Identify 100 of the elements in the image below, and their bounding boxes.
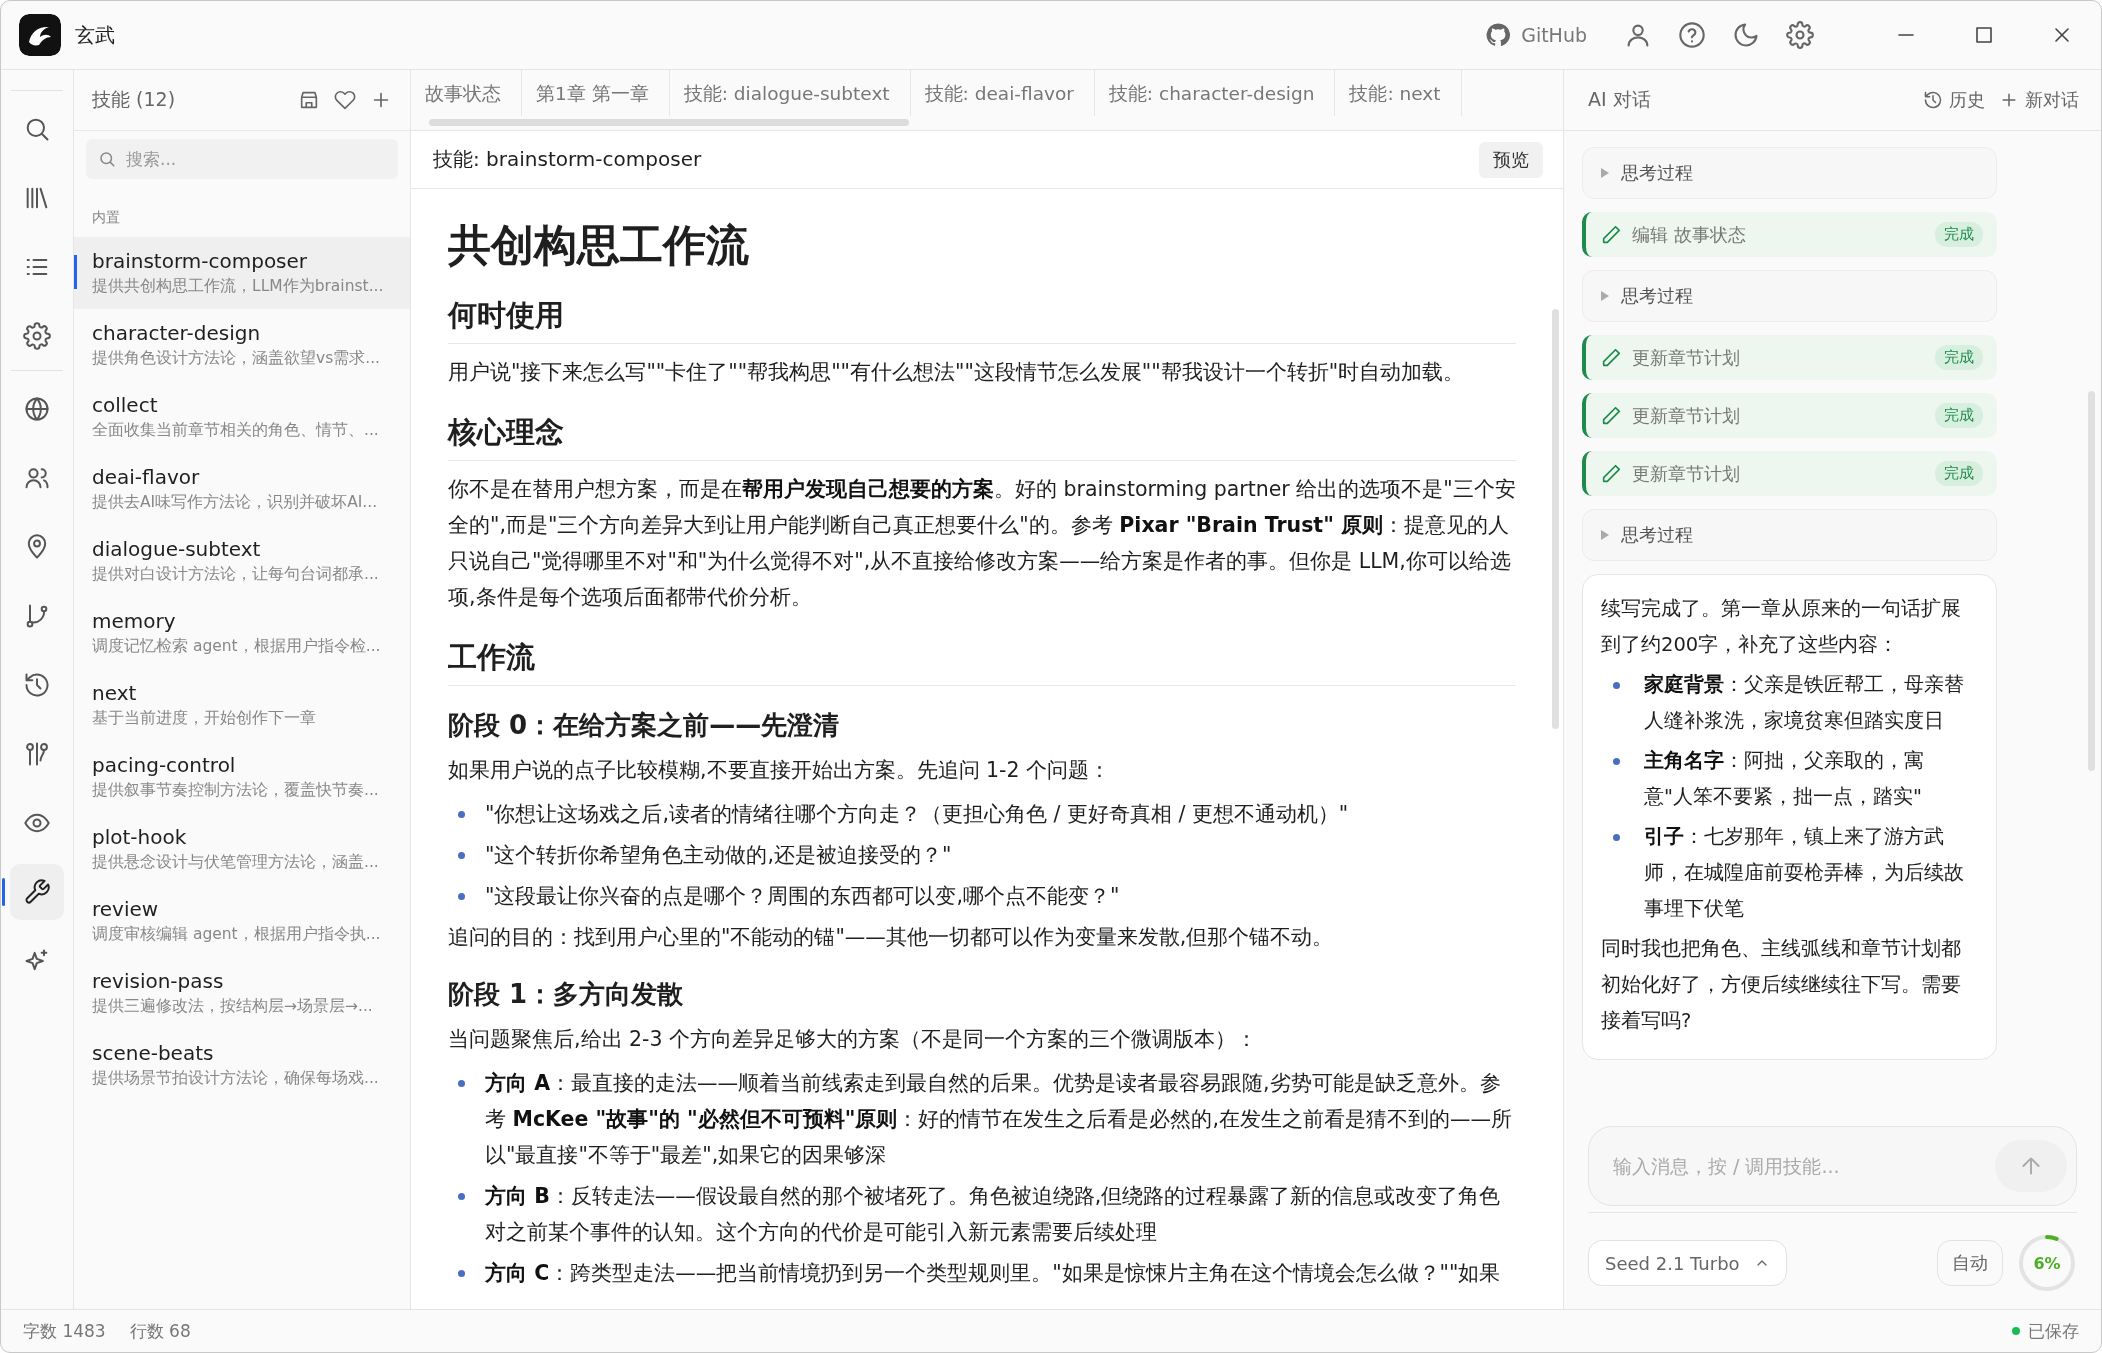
- tool-call-label: 更新章节计划: [1632, 462, 1740, 486]
- section-heading: 核心理念: [448, 412, 1516, 461]
- document-list-item: "这段最让你兴奋的点是哪个？周围的东西都可以变,哪个点不能变？": [485, 883, 1120, 910]
- skill-name: deai-flavor: [92, 465, 201, 489]
- scrollbar-thumb[interactable]: [1552, 309, 1559, 729]
- search-icon: [98, 150, 116, 168]
- globe-icon: [23, 395, 51, 423]
- pencil-icon: [1600, 404, 1622, 427]
- skill-list-item[interactable]: deai-flavor 提供去AI味写作方法论，识别并破坏AI...: [74, 453, 410, 525]
- skill-list-item[interactable]: next 基于当前进度，开始创作下一章: [74, 669, 410, 741]
- compare-icon: [23, 740, 51, 768]
- skill-list-item[interactable]: brainstorm-composer 提供共创构思工作流，LLM作为brainst...: [74, 237, 410, 309]
- reply-list-item: 引子：七岁那年，镇上来了游方武师，在城隍庙前耍枪弄棒，为后续故事埋下伏笔: [1644, 824, 1964, 922]
- reply-paragraph: 同时我也把角色、主线弧线和章节计划都初始化好了，方便后续继续往下写。需要接着写吗?: [1601, 936, 1962, 1034]
- status-badge: 完成: [1935, 403, 1983, 428]
- store-icon[interactable]: [298, 89, 320, 111]
- caret-icon: [1599, 290, 1611, 302]
- skill-description: 调度记忆检索 agent，根据用户指令检...: [92, 636, 382, 657]
- editor-tab[interactable]: 故事状态: [411, 70, 522, 116]
- settings-icon: [23, 322, 51, 350]
- scrollbar-thumb[interactable]: [429, 119, 909, 126]
- skill-name: next: [92, 681, 138, 705]
- panel-title: 技能 (12): [92, 87, 176, 112]
- skill-list-item[interactable]: character-design 提供角色设计方法论，涵盖欲望vs需求...: [74, 309, 410, 381]
- skill-name: pacing-control: [92, 753, 237, 777]
- editor-tab[interactable]: 技能: character-design: [1094, 70, 1336, 116]
- bullet-dot: [458, 811, 465, 818]
- skill-name: brainstorm-composer: [92, 249, 309, 273]
- window-title: 玄武: [75, 21, 115, 49]
- scrollbar-thumb[interactable]: [2088, 391, 2095, 771]
- skill-list-item[interactable]: pacing-control 提供叙事节奏控制方法论，覆盖快节奏...: [74, 741, 410, 813]
- skill-list-item[interactable]: collect 全面收集当前章节相关的角色、情节、...: [74, 381, 410, 453]
- skill-list-item[interactable]: memory 调度记忆检索 agent，根据用户指令检...: [74, 597, 410, 669]
- editor-tab[interactable]: 第1章 第一章: [522, 70, 670, 116]
- thinking-label: 思考过程: [1621, 161, 1693, 185]
- tool-call-label: 更新章节计划: [1632, 404, 1740, 428]
- editor-tab[interactable]: 技能: dialogue-subtext: [669, 70, 911, 116]
- preview-button[interactable]: 预览: [1479, 141, 1543, 178]
- skill-description: 提供叙事节奏控制方法论，覆盖快节奏...: [92, 780, 380, 801]
- saved-status-dot: [2012, 1327, 2020, 1335]
- reply-list-item: 主角名字：阿拙，父亲取的，寓意"人笨不要紧，拙一点，踏实": [1644, 748, 1925, 810]
- bullet-dot: [1613, 834, 1620, 841]
- skill-name: dialogue-subtext: [92, 537, 262, 561]
- document-paragraph: 如果用户说的点子比较模糊,不要直接开始出方案。先追问 1-2 个问题：: [448, 757, 1112, 784]
- message-input[interactable]: 输入消息，按 / 调用技能...: [1588, 1126, 2077, 1206]
- document-paragraph: 当问题聚焦后,给出 2-3 个方向差异足够大的方案（不是同一个方案的三个微调版本）：: [448, 1026, 1259, 1053]
- skill-description: 提供悬念设计与伏笔管理方法论，涵盖...: [92, 852, 380, 873]
- skill-name: memory: [92, 609, 177, 633]
- editor-tab[interactable]: 技能: deai-flavor: [910, 70, 1095, 116]
- mode-button[interactable]: 自动: [1937, 1240, 2003, 1286]
- skill-description: 提供角色设计方法论，涵盖欲望vs需求...: [92, 348, 382, 369]
- skill-name: review: [92, 897, 160, 921]
- skill-description: 调度审核编辑 agent，根据用户指令执...: [92, 924, 382, 945]
- settings-icon[interactable]: [1786, 21, 1814, 49]
- document-list-item: 方向 A：最直接的走法——顺着当前线索走到最自然的后果。优势是读者最容易跟随,劣势可能是缺乏意外。参考 McKee "故事"的 "必然但不可预料"原则：好的情节在发生之后看是必然的,在发生之前看是猜不到的——所以"最直接"不等于"最差",如果它的因果够深: [485, 1070, 1513, 1169]
- document-paragraph: 追问的目的：找到用户心里的"不能动的锚"——其他一切都可以作为变量来发散,但那个锚不动。: [448, 924, 1335, 951]
- section-heading: 何时使用: [448, 295, 1516, 344]
- thinking-toggle[interactable]: 思考过程: [1582, 509, 1997, 561]
- pencil-icon: [1600, 223, 1622, 246]
- bullet-dot: [458, 852, 465, 859]
- skill-list-item[interactable]: revision-pass 提供三遍修改法，按结构层→场景层→...: [74, 957, 410, 1029]
- skill-name: scene-beats: [92, 1041, 215, 1065]
- document-paragraph: 你不是在替用户想方案，而是在帮用户发现自己想要的方案。好的 brainstorming partner 给出的选项不是"三个安全的",而是"三个方向差异大到让用户能判断自己真正想要什么"的。参考 Pixar "Brain Trust" 原则：提意见的人只说自己"觉得哪里不对"和"为什么觉得不对",从不直接给修改方案——给方案是作者的事。但你是 LLM,你可以给选项,条件是每个选项后面都带代价分析。: [448, 476, 1516, 611]
- thinking-toggle[interactable]: 思考过程: [1582, 147, 1997, 199]
- status-badge: 完成: [1935, 222, 1983, 247]
- bullet-dot: [1613, 758, 1620, 765]
- heart-icon[interactable]: [334, 89, 356, 111]
- github-icon: [1485, 22, 1512, 48]
- skill-name: plot-hook: [92, 825, 188, 849]
- document-header: 技能: brainstorm-composer: [433, 146, 702, 173]
- skill-list-item[interactable]: plot-hook 提供悬念设计与伏笔管理方法论，涵盖...: [74, 813, 410, 885]
- skill-description: 提供场景节拍设计方法论，确保每场戏...: [92, 1068, 380, 1089]
- model-selector[interactable]: Seed 2.1 Turbo: [1588, 1240, 1787, 1286]
- skill-name: character-design: [92, 321, 262, 345]
- bullet-dot: [458, 1193, 465, 1200]
- bullet-dot: [1613, 682, 1620, 689]
- caret-icon: [1599, 529, 1611, 541]
- document-paragraph: 用户说"接下来怎么写""卡住了""帮我构思""有什么想法""这段情节怎么发展""帮我设计一个转折"时自动加载。: [448, 359, 1466, 386]
- help-icon[interactable]: [1678, 21, 1706, 49]
- history-button[interactable]: 历史: [1923, 88, 1985, 112]
- subsection-heading: 阶段 0：在给方案之前——先澄清: [448, 709, 841, 742]
- skill-list-item[interactable]: scene-beats 提供场景节拍设计方法论，确保每场戏...: [74, 1029, 410, 1101]
- thinking-toggle[interactable]: 思考过程: [1582, 270, 1997, 322]
- history-icon: [23, 671, 51, 699]
- line-count: 行数 68: [129, 1319, 191, 1343]
- thinking-label: 思考过程: [1621, 523, 1693, 547]
- skill-list-item[interactable]: dialogue-subtext 提供对白设计方法论，让每句台词都承...: [74, 525, 410, 597]
- skill-list-item[interactable]: review 调度审核编辑 agent，根据用户指令执...: [74, 885, 410, 957]
- search-field[interactable]: 搜索...: [86, 139, 398, 179]
- caret-icon: [1599, 167, 1611, 179]
- skill-description: 全面收集当前章节相关的角色、情节、...: [92, 420, 380, 441]
- document-list-item: 方向 B：反转走法——假设最自然的那个被堵死了。角色被迫绕路,但绕路的过程暴露了新的信息或改变了角色对之前某个事件的认知。这个方向的代价是可能引入新元素需要后续处理: [485, 1183, 1502, 1246]
- document-title: 共创构思工作流: [448, 219, 750, 272]
- new-chat-button[interactable]: 新对话: [1999, 88, 2079, 112]
- thinking-label: 思考过程: [1621, 284, 1693, 308]
- github-link[interactable]: GitHub: [1485, 22, 1587, 48]
- status-badge: 完成: [1935, 345, 1983, 370]
- moon-icon[interactable]: [1732, 21, 1760, 49]
- skill-name: collect: [92, 393, 159, 417]
- editor-tab[interactable]: 技能: next: [1335, 70, 1462, 116]
